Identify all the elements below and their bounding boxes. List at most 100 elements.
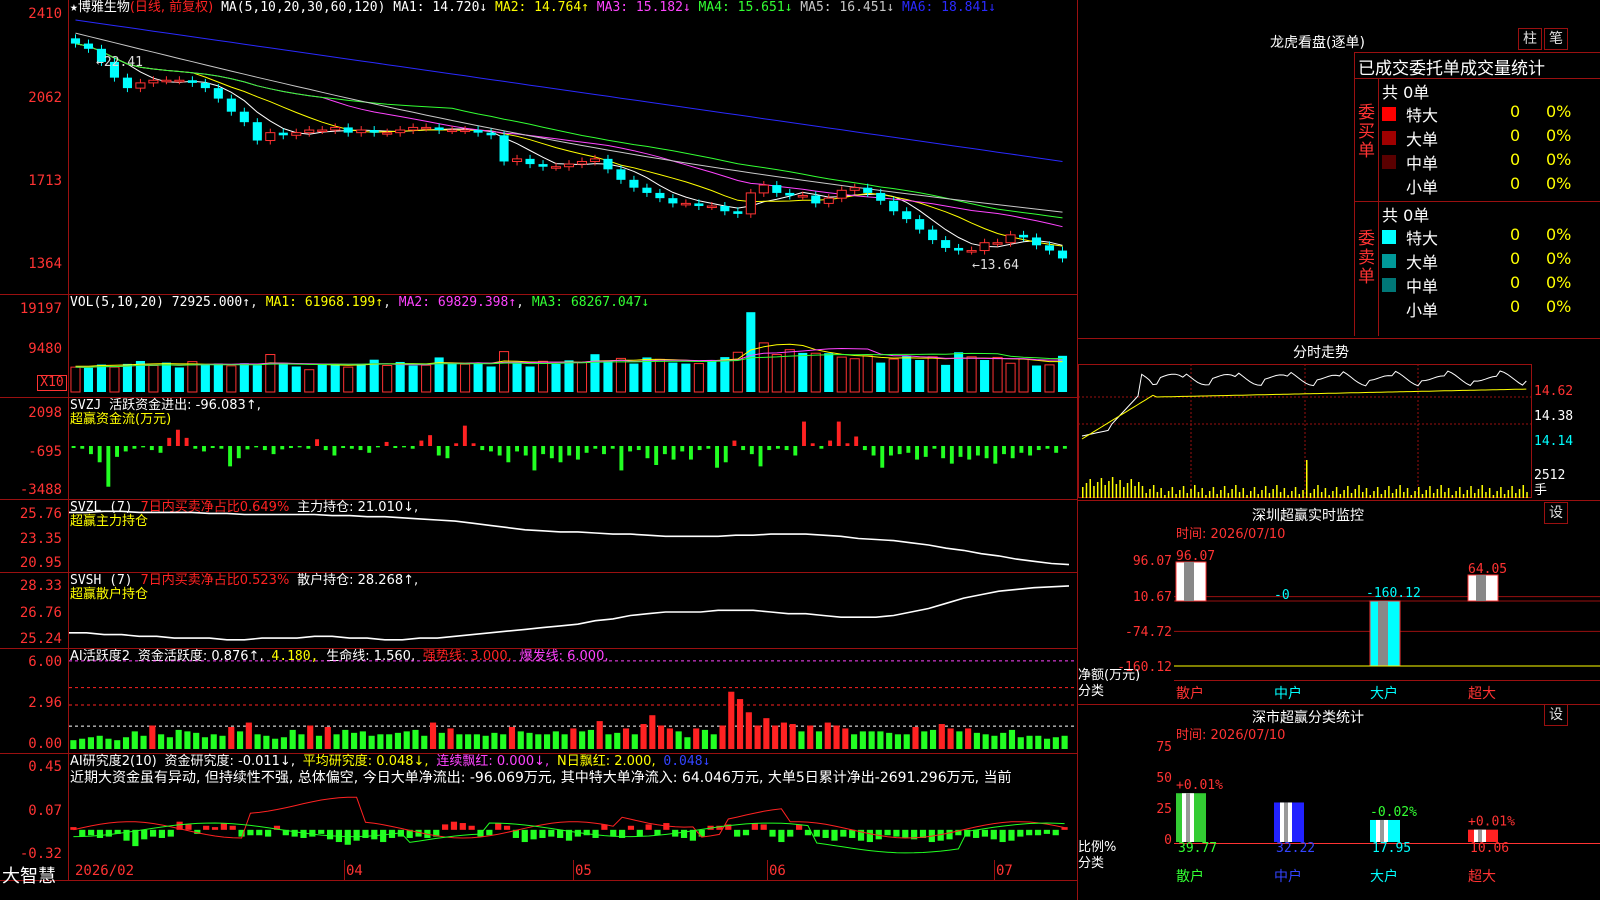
activity-bar — [482, 735, 489, 749]
volume-bar — [447, 363, 457, 392]
fund-flow-bar — [436, 446, 441, 456]
research-bar — [636, 829, 643, 837]
research-bar — [778, 829, 785, 843]
order-row: 特大 0 0% — [1380, 225, 1600, 249]
volume-bar — [707, 360, 717, 392]
candle — [811, 195, 821, 204]
fund-flow-bar — [175, 429, 180, 446]
order-type-label: 中单 — [1406, 154, 1439, 173]
research-bar — [530, 829, 537, 840]
volume-bar — [525, 366, 535, 392]
monitor-settings-button[interactable]: 设 — [1544, 502, 1568, 524]
order-row: 中单 0 0% — [1380, 273, 1600, 297]
volume-bar — [187, 361, 198, 393]
bar-mode-button[interactable]: 柱 — [1518, 28, 1542, 50]
intraday-volume-bar — [1485, 492, 1487, 498]
activity-chart[interactable] — [69, 649, 1077, 753]
activity-bar — [219, 735, 226, 749]
price-tick: 2410 — [28, 6, 62, 22]
monitor-tick: 10.67 — [1132, 590, 1172, 605]
lhb-title: 龙虎看盘(逐单) — [1270, 35, 1365, 51]
activity-bar — [552, 731, 559, 749]
activity-bar — [149, 725, 156, 749]
ma5-line — [75, 32, 1063, 213]
fund-flow-bar — [393, 446, 398, 449]
intraday-volume-bar — [1373, 491, 1375, 498]
intraday-volume-bar — [1332, 491, 1334, 498]
activity-bar — [956, 731, 963, 749]
volume-bar — [1044, 364, 1055, 393]
stat-bar-chart[interactable]: +0.01% -0.02% +0.01% — [1174, 746, 1600, 842]
intraday-chart[interactable] — [1078, 364, 1532, 498]
stat-bar-shade — [1380, 819, 1384, 842]
fund-flow-bar — [697, 446, 702, 451]
fund-flow-bar — [1036, 446, 1041, 451]
research-bar — [849, 829, 856, 838]
activity-bar — [719, 725, 726, 749]
research-bar — [999, 829, 1006, 843]
research-bar — [742, 829, 750, 836]
intraday-volume-bar — [1164, 495, 1166, 498]
volume-bar — [862, 355, 873, 393]
fund-flow-bar — [941, 446, 946, 459]
fund-flow-bar — [80, 446, 85, 449]
activity-bar — [429, 722, 437, 749]
intraday-volume-bar — [1238, 492, 1241, 498]
activity-bar — [473, 734, 480, 749]
tick-mode-button[interactable]: 笔 — [1544, 28, 1568, 50]
fund-flow-bar — [454, 443, 459, 446]
candle — [265, 132, 276, 142]
stat-settings-button[interactable]: 设 — [1544, 704, 1568, 726]
intraday-volume-bar — [1138, 482, 1140, 498]
activity-bar — [675, 731, 682, 749]
activity-bar — [772, 725, 779, 749]
fund-flow-bar — [636, 446, 641, 451]
main-holding-chart[interactable] — [69, 500, 1077, 572]
intraday-volume-bar — [1313, 489, 1315, 498]
order-type-label: 大单 — [1406, 130, 1439, 149]
volume-bar — [96, 364, 107, 392]
activity-bar — [903, 734, 910, 749]
fund-flow-bar — [732, 440, 737, 446]
order-color-swatch — [1382, 230, 1396, 244]
research-bar — [831, 829, 838, 841]
candle — [902, 211, 912, 220]
intraday-volume-bar — [1089, 479, 1091, 498]
fund-flow-chart[interactable] — [69, 410, 1077, 494]
x-tick-mark — [767, 860, 768, 880]
monitor-bar-chart[interactable]: 96.07 -0 -160.12 64.05 — [1174, 548, 1600, 678]
activity-bar — [447, 728, 454, 749]
research-bar — [654, 829, 661, 836]
intraday-volume-bar — [1197, 492, 1200, 498]
activity-bar — [280, 737, 287, 749]
activity-bar — [236, 731, 244, 749]
fund-flow-bar — [662, 446, 667, 455]
stat-unit: 比例% — [1078, 840, 1117, 855]
price-tick: 1364 — [28, 256, 62, 272]
activity-bar — [666, 728, 673, 749]
candle — [421, 126, 432, 130]
candle — [668, 198, 678, 204]
retail-holding-chart[interactable] — [69, 573, 1077, 648]
star-icon: ★ — [70, 0, 78, 15]
research-bar — [220, 823, 227, 830]
activity-bar — [1044, 738, 1051, 749]
research-bar — [486, 829, 493, 836]
activity-bar — [912, 726, 919, 749]
fund-flow-bar — [654, 446, 659, 465]
fund-flow-bar — [671, 446, 676, 460]
fund-flow-bar — [315, 439, 319, 446]
research-bar — [1052, 829, 1059, 836]
intraday-volume-bar — [1365, 488, 1368, 498]
volume-bar — [732, 351, 743, 393]
volume-chart[interactable] — [69, 308, 1077, 394]
intraday-volume-bar — [1205, 495, 1207, 498]
x-tick: 07 — [996, 863, 1013, 879]
candlestick-chart[interactable] — [69, 16, 1077, 294]
intraday-volume-bar — [1496, 491, 1498, 498]
intraday-volume-bar — [1477, 489, 1480, 498]
volume-bar — [1018, 358, 1029, 393]
period-mode: (日线, 前复权) — [129, 0, 214, 15]
fund-flow-bar — [767, 446, 772, 451]
intraday-volume-bar — [1160, 488, 1162, 498]
